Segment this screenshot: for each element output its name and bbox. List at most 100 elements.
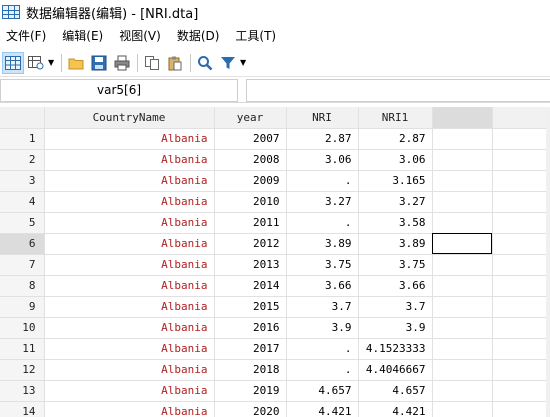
cell-nri[interactable]: 3.7 [286, 296, 359, 318]
row-number[interactable]: 3 [0, 170, 45, 192]
cell-year[interactable]: 2008 [214, 149, 287, 171]
row-number[interactable]: 12 [0, 359, 45, 381]
cell-nri[interactable]: . [286, 212, 359, 234]
column-header-empty[interactable] [492, 107, 547, 129]
cell-var5[interactable] [432, 317, 493, 339]
cell-empty[interactable] [492, 380, 547, 402]
open-button[interactable] [65, 52, 87, 74]
cell-year[interactable]: 2020 [214, 401, 287, 417]
column-header-var5[interactable] [432, 107, 493, 129]
menu-file[interactable]: 文件(F) [0, 24, 54, 48]
search-button[interactable] [194, 52, 216, 74]
column-header-countryname[interactable]: CountryName [44, 107, 215, 129]
cell-nri[interactable]: 3.66 [286, 275, 359, 297]
cell-nri[interactable]: 4.657 [286, 380, 359, 402]
cell-countryname[interactable]: Albania [44, 212, 215, 234]
cell-countryname[interactable]: Albania [44, 359, 215, 381]
cell-nri[interactable]: 3.9 [286, 317, 359, 339]
cell-countryname[interactable]: Albania [44, 233, 215, 255]
row-number[interactable]: 11 [0, 338, 45, 360]
copy-button[interactable] [141, 52, 163, 74]
cell-nri1[interactable]: 3.89 [358, 233, 433, 255]
cell-empty[interactable] [492, 275, 547, 297]
browse-mode-button[interactable] [25, 52, 47, 74]
row-number[interactable]: 5 [0, 212, 45, 234]
cell-countryname[interactable]: Albania [44, 401, 215, 417]
cell-nri[interactable]: . [286, 359, 359, 381]
cell-empty[interactable] [492, 359, 547, 381]
cell-nri1[interactable]: 3.7 [358, 296, 433, 318]
cell-nri[interactable]: 3.89 [286, 233, 359, 255]
cell-nri[interactable]: 3.06 [286, 149, 359, 171]
chevron-down-icon[interactable]: ▼ [240, 58, 248, 67]
menu-data[interactable]: 数据(D) [169, 24, 228, 48]
corner-cell[interactable] [0, 107, 45, 129]
save-button[interactable] [88, 52, 110, 74]
cell-empty[interactable] [492, 233, 547, 255]
cell-nri1[interactable]: 3.75 [358, 254, 433, 276]
table-row[interactable]: 13 Albania 2019 4.657 4.657 [0, 380, 547, 402]
cell-year[interactable]: 2010 [214, 191, 287, 213]
cell-nri1[interactable]: 3.58 [358, 212, 433, 234]
cell-nri[interactable]: 4.421 [286, 401, 359, 417]
cell-year[interactable]: 2013 [214, 254, 287, 276]
cell-var5[interactable] [432, 380, 493, 402]
cell-empty[interactable] [492, 212, 547, 234]
cell-nri[interactable]: 2.87 [286, 128, 359, 150]
chevron-down-icon[interactable]: ▼ [48, 58, 56, 67]
cell-year[interactable]: 2009 [214, 170, 287, 192]
cell-empty[interactable] [492, 338, 547, 360]
cell-var5[interactable] [432, 275, 493, 297]
table-row[interactable]: 7 Albania 2013 3.75 3.75 [0, 254, 547, 276]
vertical-scrollbar[interactable] [546, 107, 550, 417]
cell-nri1[interactable]: 3.165 [358, 170, 433, 192]
filter-button[interactable] [217, 52, 239, 74]
cell-nri1[interactable]: 4.657 [358, 380, 433, 402]
cell-countryname[interactable]: Albania [44, 254, 215, 276]
edit-mode-button[interactable] [2, 51, 24, 74]
table-row[interactable]: 5 Albania 2011. 3.58 [0, 212, 547, 234]
row-number[interactable]: 8 [0, 275, 45, 297]
row-number[interactable]: 10 [0, 317, 45, 339]
table-row[interactable]: 11 Albania 2017. 4.1523333 [0, 338, 547, 360]
cell-countryname[interactable]: Albania [44, 380, 215, 402]
cell-year[interactable]: 2007 [214, 128, 287, 150]
row-number[interactable]: 7 [0, 254, 45, 276]
cell-nri[interactable]: . [286, 170, 359, 192]
cell-reference-box[interactable]: var5[6] [0, 79, 238, 102]
cell-empty[interactable] [492, 317, 547, 339]
cell-var5[interactable] [432, 149, 493, 171]
table-row[interactable]: 3 Albania 2009. 3.165 [0, 170, 547, 192]
cell-empty[interactable] [492, 128, 547, 150]
cell-countryname[interactable]: Albania [44, 317, 215, 339]
cell-countryname[interactable]: Albania [44, 296, 215, 318]
cell-year[interactable]: 2019 [214, 380, 287, 402]
table-row[interactable]: 4 Albania 2010 3.27 3.27 [0, 191, 547, 213]
print-button[interactable] [111, 52, 133, 74]
table-row[interactable]: 14 Albania 2020 4.421 4.421 [0, 401, 547, 417]
cell-year[interactable]: 2015 [214, 296, 287, 318]
cell-var5[interactable] [432, 296, 493, 318]
table-row[interactable]: 9 Albania 2015 3.7 3.7 [0, 296, 547, 318]
cell-countryname[interactable]: Albania [44, 128, 215, 150]
menu-edit[interactable]: 编辑(E) [54, 24, 111, 48]
cell-var5[interactable] [432, 191, 493, 213]
cell-empty[interactable] [492, 401, 547, 417]
cell-empty[interactable] [492, 296, 547, 318]
table-row[interactable]: 1 Albania 2007 2.87 2.87 [0, 128, 547, 150]
cell-nri1[interactable]: 3.06 [358, 149, 433, 171]
cell-var5[interactable] [432, 359, 493, 381]
cell-value-input[interactable] [246, 79, 550, 102]
cell-var5[interactable] [432, 233, 493, 255]
cell-nri1[interactable]: 4.4046667 [358, 359, 433, 381]
cell-countryname[interactable]: Albania [44, 275, 215, 297]
column-header-nri1[interactable]: NRI1 [358, 107, 433, 129]
row-number[interactable]: 9 [0, 296, 45, 318]
cell-year[interactable]: 2016 [214, 317, 287, 339]
table-row[interactable]: 2 Albania 2008 3.06 3.06 [0, 149, 547, 171]
cell-countryname[interactable]: Albania [44, 149, 215, 171]
menu-tools[interactable]: 工具(T) [227, 24, 284, 48]
cell-var5[interactable] [432, 401, 493, 417]
cell-year[interactable]: 2011 [214, 212, 287, 234]
cell-countryname[interactable]: Albania [44, 191, 215, 213]
